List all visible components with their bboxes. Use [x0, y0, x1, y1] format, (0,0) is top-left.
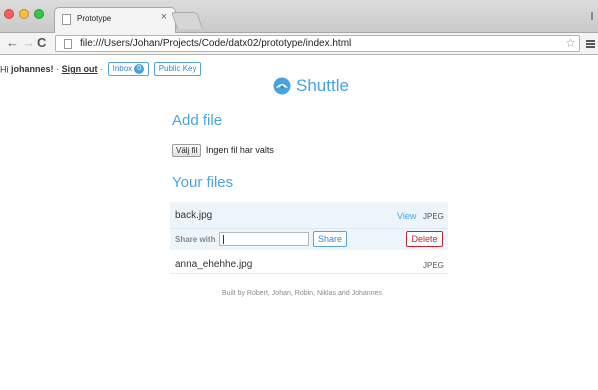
maximize-window-icon[interactable]	[34, 9, 44, 19]
user-bar: Hi johannes! · Sign out · Inbox 0 Public …	[0, 62, 202, 78]
page-icon	[62, 14, 71, 25]
browser-titlebar: Prototype ×	[0, 0, 598, 33]
view-link[interactable]: View	[397, 211, 416, 221]
window-menu-icon[interactable]	[591, 12, 596, 20]
menu-icon[interactable]	[586, 40, 595, 48]
text-caret	[223, 235, 224, 244]
forward-arrow-icon[interactable]: →	[22, 35, 35, 51]
delete-button[interactable]: Delete	[406, 231, 443, 247]
row-divider	[170, 228, 448, 229]
browser-toolbar: ← → C file:///Users/Johan/Projects/Code/…	[0, 33, 598, 55]
back-arrow-icon[interactable]: ←	[6, 35, 19, 51]
share-with-label: Share with	[175, 235, 216, 244]
share-with-input[interactable]	[219, 232, 309, 246]
file-name[interactable]: back.jpg	[175, 210, 212, 221]
your-files-heading: Your files	[172, 174, 234, 191]
new-tab-button[interactable]	[170, 12, 204, 29]
file-picker: Välj fil Ingen fil har valts	[172, 144, 274, 157]
username: johannes!	[11, 63, 54, 74]
inbox-count-badge: 0	[134, 64, 145, 74]
row-divider	[170, 273, 448, 274]
sign-out-link[interactable]: Sign out	[62, 64, 98, 74]
brand-name: Shuttle	[296, 76, 349, 95]
share-button[interactable]: Share	[313, 231, 347, 247]
inbox-button[interactable]: Inbox 0	[107, 62, 150, 76]
address-bar[interactable]: file:///Users/Johan/Projects/Code/datx02…	[55, 35, 580, 52]
separator: ·	[100, 64, 104, 74]
tab-title: Prototype	[77, 14, 112, 23]
file-type-tag: JPEG	[423, 261, 444, 270]
file-type-tag: JPEG	[423, 212, 444, 221]
reload-icon[interactable]: C	[37, 35, 46, 51]
minimize-window-icon[interactable]	[19, 9, 29, 19]
add-file-heading: Add file	[172, 112, 223, 129]
inbox-label: Inbox	[112, 64, 133, 73]
greeting: Hi johannes!	[0, 63, 54, 75]
separator: ·	[56, 64, 60, 74]
footer-credits: Built by Robert, Johan, Robin, Niklas an…	[222, 290, 382, 297]
tab-close-icon[interactable]: ×	[161, 11, 167, 23]
choose-file-button[interactable]: Välj fil	[172, 144, 202, 157]
page-icon	[64, 39, 72, 49]
file-name[interactable]: anna_ehehhe.jpg	[175, 259, 252, 270]
file-picker-status: Ingen fil har valts	[205, 145, 274, 155]
public-key-button[interactable]: Public Key	[153, 62, 202, 76]
browser-tab[interactable]: Prototype ×	[54, 7, 176, 33]
greeting-text: Hi	[0, 64, 9, 75]
star-icon[interactable]: ☆	[565, 36, 576, 50]
close-window-icon[interactable]	[4, 9, 14, 19]
shuttle-logo-icon	[273, 77, 291, 95]
url-text[interactable]: file:///Users/Johan/Projects/Code/datx02…	[80, 38, 351, 49]
